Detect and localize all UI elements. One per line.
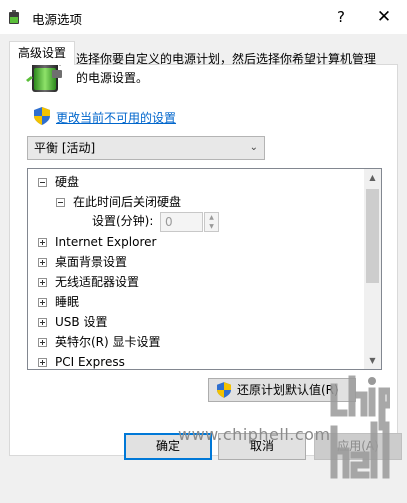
tree-scrollbar[interactable]: ▲ ▼ (364, 169, 381, 369)
spin-up-icon[interactable]: ▲ (205, 213, 218, 222)
expand-icon[interactable] (38, 338, 47, 347)
window-title: 电源选项 (32, 12, 83, 27)
minutes-input[interactable] (160, 212, 203, 232)
expand-icon[interactable] (38, 298, 47, 307)
setting-minutes-label: 设置(分钟): (92, 214, 154, 228)
change-unavailable-settings-link[interactable]: 更改当前不可用的设置 (56, 109, 176, 126)
scrollbar-thumb[interactable] (366, 189, 379, 283)
tree-item-sleep[interactable]: 睡眠 (38, 293, 79, 311)
chevron-down-icon: ⌄ (249, 142, 258, 153)
tree-item-usb-settings[interactable]: USB 设置 (38, 313, 107, 331)
spin-down-icon[interactable]: ▼ (205, 222, 218, 231)
tree-item-wireless-adapter[interactable]: 无线适配器设置 (38, 273, 139, 291)
title-bar: 电源选项 ? ✕ (0, 0, 407, 34)
scroll-up-icon[interactable]: ▲ (364, 169, 381, 186)
description-text: 选择你要自定义的电源计划，然后选择你希望计算机管理的电源设置。 (76, 52, 377, 85)
expand-icon[interactable] (38, 318, 47, 327)
minutes-spinner[interactable]: ▲ ▼ (204, 212, 219, 232)
tab-advanced-settings[interactable]: 高级设置 (9, 41, 76, 65)
close-button[interactable]: ✕ (370, 4, 398, 30)
restore-plan-defaults-label: 还原计划默认值(R) (237, 383, 339, 397)
power-plan-select[interactable]: 平衡 [活动] ⌄ (27, 136, 265, 160)
chiphell-logo (330, 375, 390, 479)
settings-tree[interactable]: 硬盘 在此时间后关闭硬盘 设置(分钟): ▲ ▼ Internet Explor… (27, 168, 382, 370)
tree-item-turn-off-hard-disk[interactable]: 在此时间后关闭硬盘 (56, 193, 181, 211)
tree-item-internet-explorer[interactable]: Internet Explorer (38, 233, 156, 251)
collapse-icon[interactable] (38, 178, 47, 187)
tree-item-intel-graphics[interactable]: 英特尔(R) 显卡设置 (38, 333, 161, 351)
expand-icon[interactable] (38, 278, 47, 287)
power-plan-select-value: 平衡 [活动] (34, 141, 96, 155)
watermark-text: www.chiphell.com (178, 425, 331, 444)
tree-item-pci-express[interactable]: PCI Express (38, 353, 125, 369)
power-plan-icon (9, 10, 19, 24)
expand-icon[interactable] (38, 258, 47, 267)
tree-item-hard-disk[interactable]: 硬盘 (38, 173, 79, 191)
uac-shield-icon (34, 107, 50, 125)
uac-shield-icon (217, 382, 231, 398)
expand-icon[interactable] (38, 238, 47, 247)
expand-icon[interactable] (38, 358, 47, 367)
collapse-icon[interactable] (56, 198, 65, 207)
help-button[interactable]: ? (328, 4, 354, 30)
tree-item-desktop-background[interactable]: 桌面背景设置 (38, 253, 127, 271)
